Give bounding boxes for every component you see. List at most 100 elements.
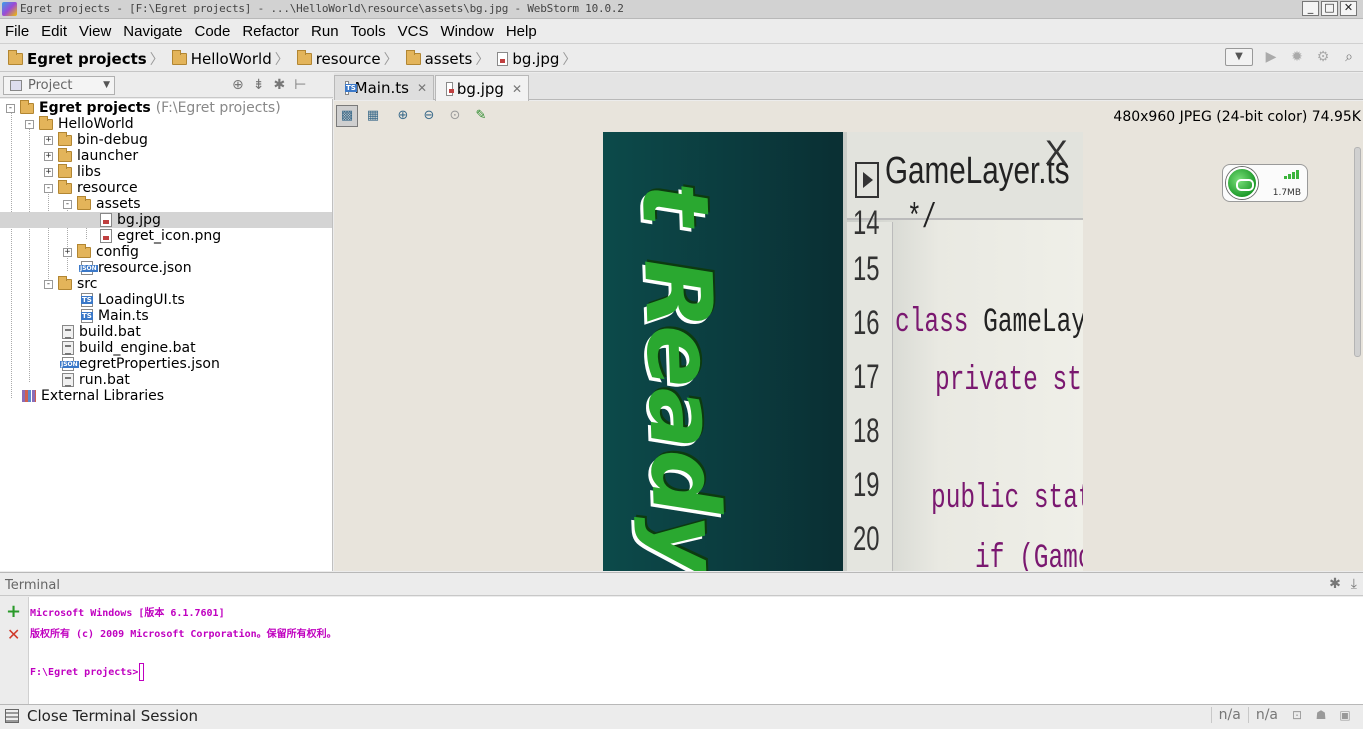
folder-icon [58,179,72,194]
zoom-in-icon[interactable]: ⊕ [392,105,414,127]
collapse-all-icon[interactable]: ⇟ [253,77,265,93]
project-view-selector[interactable]: Project ▼ [3,76,115,95]
expand-icon[interactable]: + [44,167,53,177]
hide-panel-icon[interactable]: ⊢ [294,77,306,93]
scroll-from-source-icon[interactable]: ⊕ [232,77,244,93]
scrollbar-thumb[interactable] [1354,147,1361,357]
actual-size-icon[interactable]: ⊙ [444,105,466,127]
close-window-button[interactable]: ✕ [1340,1,1357,16]
tree-item-bg-jpg[interactable]: bg.jpg [0,212,332,228]
tree-item-external-libraries[interactable]: External Libraries [0,388,332,404]
tree-item-build-engine-bat[interactable]: build_engine.bat [0,340,332,356]
ts-file-icon [345,81,356,95]
breadcrumb-item-bg-jpg[interactable]: bg.jpg 〉 [497,49,580,69]
tree-item-label: bin-debug [77,132,148,148]
grid-toggle-icon[interactable]: ▦ [362,105,384,127]
event-log-icon[interactable]: ▣ [1338,708,1352,722]
debug-icon[interactable]: ✹ [1289,49,1305,65]
status-message: Close Terminal Session [27,707,199,725]
coverage-icon[interactable]: ⚙ [1315,49,1331,65]
menu-vcs[interactable]: VCS [398,23,435,40]
tree-item-egret-projects[interactable]: - Egret projects (F:\Egret projects) [0,99,332,116]
vertical-scrollbar[interactable] [1353,121,1363,441]
breadcrumb-item-egret-projects[interactable]: Egret projects 〉 [8,49,168,69]
menu-edit[interactable]: Edit [41,23,73,40]
run-icon[interactable]: ▶ [1263,49,1279,65]
tree-item-resource[interactable]: - resource [0,179,332,196]
tab-bg-jpg[interactable]: bg.jpg ✕ [435,75,529,101]
breadcrumb-item-helloworld[interactable]: HelloWorld 〉 [171,49,293,69]
tree-item-label: assets [96,196,141,212]
collapse-icon[interactable]: - [63,199,72,209]
collapse-icon[interactable]: - [6,103,15,113]
menu-window[interactable]: Window [440,23,499,40]
chessboard-toggle-icon[interactable]: ▩ [336,105,358,127]
tree-item-config[interactable]: + config [0,243,332,260]
run-config-dropdown[interactable]: ▼ [1225,48,1253,66]
collapse-icon[interactable]: - [44,279,53,289]
terminal-output[interactable]: Microsoft Windows [版本 6.1.7601] 版权所有 (c)… [29,597,1363,704]
menu-tools[interactable]: Tools [351,23,392,40]
photo-code-keyword: class [895,304,969,342]
tree-item-build-bat[interactable]: build.bat [0,324,332,340]
memory-monitor-widget[interactable]: 1.7MB [1222,164,1308,202]
breadcrumb-label: resource [315,50,381,68]
image-toolbar: ▩ ▦ ⊕ ⊖ ⊙ ✎ [336,105,492,127]
tree-item-resource-json[interactable]: resource.json [0,260,332,276]
folder-icon [77,243,91,258]
photo-play-icon [855,162,879,198]
tree-item-libs[interactable]: + libs [0,163,332,180]
tree-item-assets[interactable]: - assets [0,195,332,212]
photo-line-number: 17 [853,358,880,396]
gear-icon[interactable]: ✱ [273,77,285,93]
menu-navigate[interactable]: Navigate [123,23,188,40]
tab-main-ts[interactable]: Main.ts ✕ [334,75,434,100]
status-field-position[interactable]: n/a [1210,707,1248,723]
breadcrumb-item-resource[interactable]: resource 〉 [296,49,402,69]
tree-item-run-bat[interactable]: run.bat [0,372,332,388]
minimize-button[interactable]: _ [1302,1,1319,16]
color-picker-icon[interactable]: ✎ [470,105,492,127]
status-field-encoding[interactable]: n/a [1247,707,1285,723]
breadcrumb-item-assets[interactable]: assets 〉 [405,49,494,69]
tool-windows-icon[interactable] [5,709,19,723]
tree-item-launcher[interactable]: + launcher [0,147,332,164]
image-info: 480x960 JPEG (24-bit color) 74.95K [1113,109,1361,125]
chevron-right-icon: 〉 [562,52,577,68]
inspector-icon[interactable]: ☗ [1314,708,1328,722]
tree-item-loadingui-ts[interactable]: LoadingUI.ts [0,292,332,308]
collapse-icon[interactable]: - [44,183,53,193]
menu-help[interactable]: Help [506,23,543,40]
close-tab-icon[interactable]: ✕ [417,81,427,95]
collapse-icon[interactable]: - [25,119,34,129]
terminal-prompt: F:\Egret projects> [30,667,139,678]
tree-item-helloworld[interactable]: - HelloWorld [0,115,332,132]
ts-file-icon [81,293,93,307]
close-session-icon[interactable]: ✕ [7,625,20,644]
maximize-button[interactable]: □ [1321,1,1338,16]
tree-item-src[interactable]: - src [0,275,332,292]
gear-icon[interactable]: ✱ [1329,576,1341,592]
menu-file[interactable]: File [5,23,35,40]
chevron-right-icon: 〉 [383,52,398,68]
expand-icon[interactable]: + [63,247,72,257]
new-session-icon[interactable]: + [6,601,21,622]
menu-run[interactable]: Run [311,23,345,40]
tree-item-bin-debug[interactable]: + bin-debug [0,131,332,148]
expand-icon[interactable]: + [44,135,53,145]
menu-view[interactable]: View [79,23,117,40]
expand-icon[interactable]: + [44,151,53,161]
close-tab-icon[interactable]: ✕ [512,82,522,96]
zoom-out-icon[interactable]: ⊖ [418,105,440,127]
breadcrumb-label: HelloWorld [190,50,272,68]
tree-item-main-ts[interactable]: Main.ts [0,308,332,324]
hide-panel-icon[interactable]: ⤓ [1351,576,1357,592]
menu-refactor[interactable]: Refactor [242,23,305,40]
lock-icon[interactable]: ⊡ [1290,708,1304,722]
tree-item-egret-icon-png[interactable]: egret_icon.png [0,228,332,244]
image-file-icon [446,81,454,96]
tree-item-label: resource.json [98,260,192,276]
menu-code[interactable]: Code [194,23,236,40]
search-icon[interactable]: ⌕ [1341,49,1357,65]
tree-item-egretproperties-json[interactable]: egretProperties.json [0,356,332,372]
